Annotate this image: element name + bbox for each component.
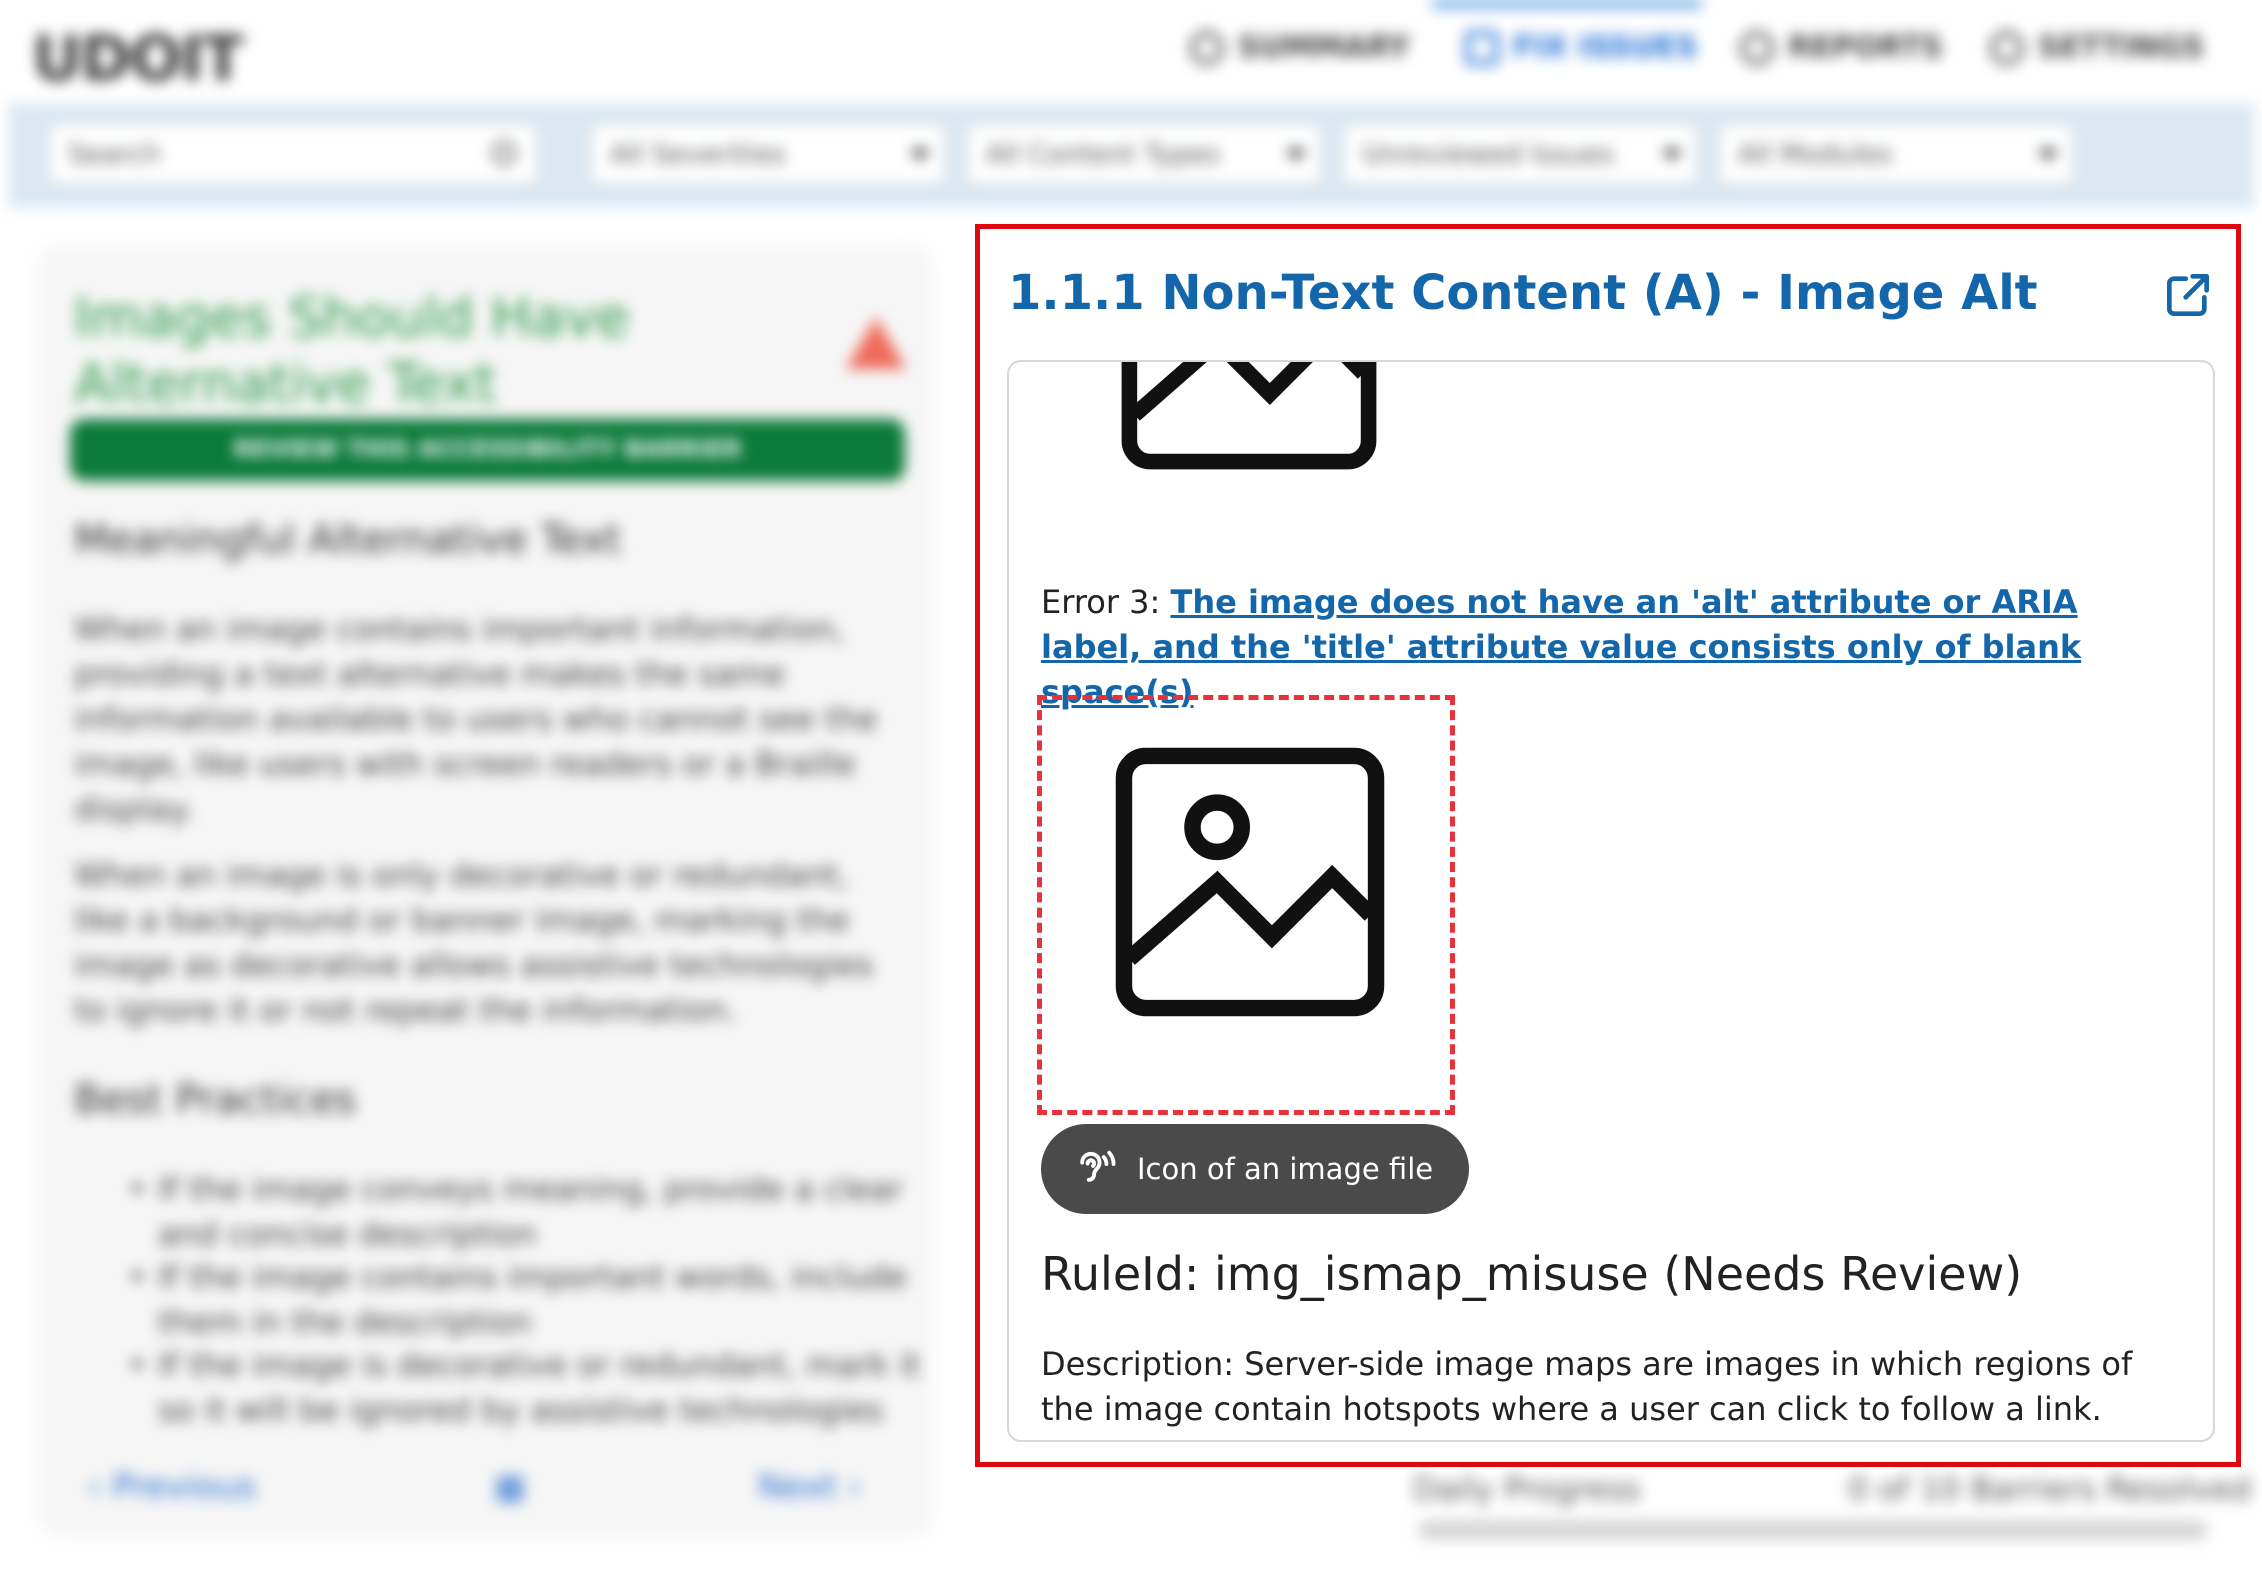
highlighted-image <box>1037 695 1455 1115</box>
chevron-down-icon <box>1662 149 1682 161</box>
issue-title: Images Should Have Alternative Text <box>74 286 630 415</box>
chart-icon <box>1740 30 1774 65</box>
best-practices-heading: Best Practices <box>74 1077 356 1123</box>
nav-reports[interactable]: Reports <box>1740 30 1943 65</box>
next-label: Next <box>758 1467 838 1507</box>
severity-select[interactable]: All Severities <box>590 123 946 185</box>
image-placeholder-icon <box>1115 747 1385 1017</box>
search-icon <box>1465 30 1499 65</box>
gear-icon <box>1990 30 2024 65</box>
nav-summary-label: Summary <box>1238 30 1411 65</box>
rule-heading: RuleId: img_ismap_misuse (Needs Review) <box>1041 1247 2023 1301</box>
grid-icon[interactable]: ▦ <box>494 1467 526 1507</box>
chevron-down-icon <box>2038 149 2058 161</box>
screen: UDOIT Summary Fix Issues Reports Setting… <box>0 0 2262 1590</box>
section-heading: Meaningful Alternative Text <box>74 517 622 563</box>
ear-listen-icon <box>1080 1150 1116 1182</box>
content-type-select[interactable]: All Content Types <box>966 123 1322 185</box>
nav-settings[interactable]: Settings <box>1990 30 2204 65</box>
nav-reports-label: Reports <box>1788 30 1943 65</box>
severity-value: All Severities <box>610 139 786 170</box>
paragraph: When an image is only decorative or redu… <box>74 856 874 1029</box>
status-value: Unreviewed Issues <box>1362 139 1615 170</box>
list-item: If the image conveys meaning, provide a … <box>128 1167 928 1257</box>
list-item: If the image contains important words, i… <box>128 1255 928 1345</box>
status-select[interactable]: Unreviewed Issues <box>1342 123 1698 185</box>
issue-detail-panel: 1.1.1 Non-Text Content (A) - Image Alt E… <box>975 224 2241 1467</box>
search-placeholder: Search <box>68 139 161 170</box>
error-label: Error 3: <box>1041 583 1161 621</box>
modules-select[interactable]: All Modules <box>1718 123 2074 185</box>
image-placeholder-icon <box>1121 362 1377 470</box>
warning-icon <box>846 317 906 369</box>
chevron-down-icon <box>1286 149 1306 161</box>
issue-card: Images Should Have Alternative Text Revi… <box>38 245 933 1537</box>
alt-text-badge: Icon of an image file <box>1041 1124 1470 1214</box>
previous-button[interactable]: ‹ Previous <box>88 1467 256 1507</box>
preview-scroll-area[interactable]: Error 3: The image does not have an 'alt… <box>1007 360 2215 1442</box>
home-icon <box>1190 30 1224 65</box>
top-navigation: UDOIT Summary Fix Issues Reports Setting… <box>0 0 2262 105</box>
active-tab-indicator <box>1432 0 1702 8</box>
paragraph: When an image contains important informa… <box>74 610 878 828</box>
nav-fix-issues-label: Fix Issues <box>1513 30 1698 65</box>
modules-value: All Modules <box>1738 139 1893 170</box>
nav-summary[interactable]: Summary <box>1190 30 1410 65</box>
rule-description: Description: Server-side image maps are … <box>1041 1345 2133 1440</box>
nav-fix-issues[interactable]: Fix Issues <box>1465 30 1698 65</box>
error-link[interactable]: The image does not have an 'alt' attribu… <box>1041 583 2081 711</box>
content-type-value: All Content Types <box>986 139 1221 170</box>
nav-settings-label: Settings <box>2038 30 2205 65</box>
review-barrier-button[interactable]: Review this accessibility barrier <box>70 419 905 481</box>
search-input[interactable]: Search <box>48 123 538 185</box>
external-link-icon[interactable] <box>2160 267 2216 323</box>
progress-count: 0 of 10 Barriers Resolved <box>1848 1470 2251 1508</box>
progress-bar <box>1418 1520 2208 1540</box>
app-logo: UDOIT <box>32 22 244 95</box>
chevron-down-icon <box>910 149 930 161</box>
next-button[interactable]: Next › <box>758 1467 862 1507</box>
filter-bar: Search All Severities All Content Types … <box>8 103 2254 208</box>
progress-label: Daily Progress <box>1413 1470 1641 1508</box>
previous-label: Previous <box>112 1467 257 1507</box>
list-item: If the image is decorative or redundant,… <box>128 1343 928 1433</box>
alt-text-value: Icon of an image file <box>1137 1152 1434 1186</box>
search-icon <box>492 141 516 165</box>
panel-title: 1.1.1 Non-Text Content (A) - Image Alt <box>1008 265 2038 321</box>
